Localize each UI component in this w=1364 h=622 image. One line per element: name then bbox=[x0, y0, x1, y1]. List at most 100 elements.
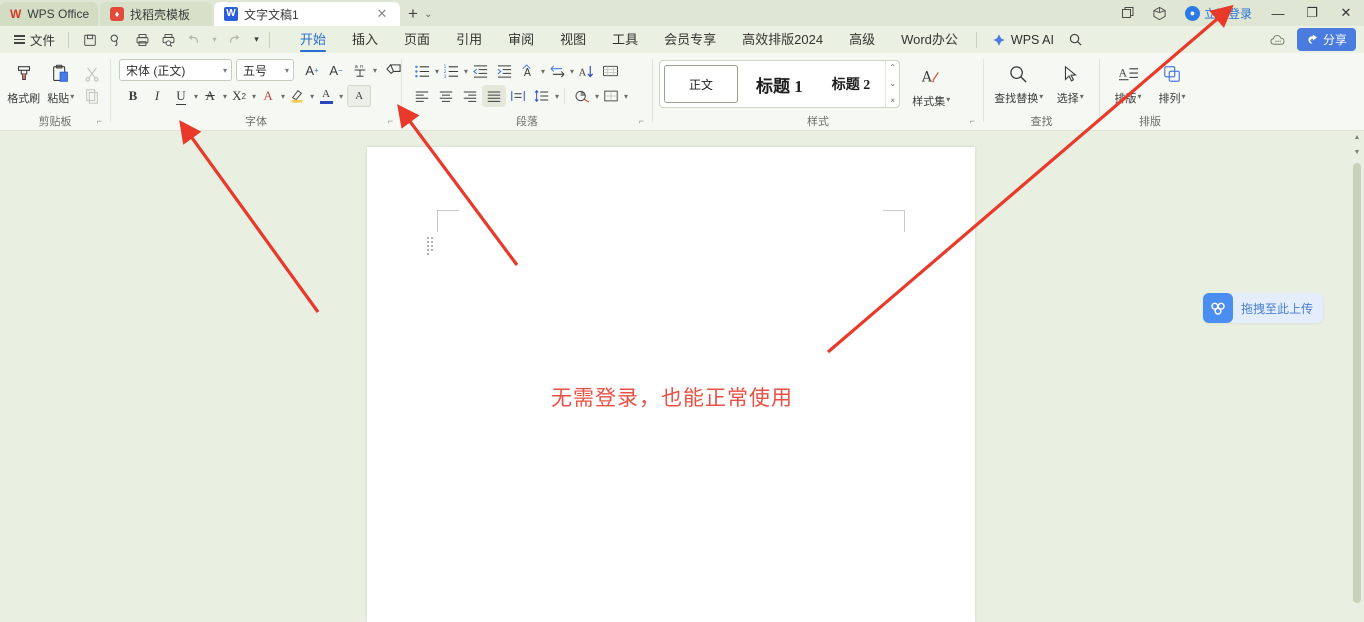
show-marks-icon[interactable] bbox=[545, 60, 569, 82]
highlight-color-icon[interactable] bbox=[285, 85, 309, 107]
increase-indent-icon[interactable] bbox=[492, 60, 516, 82]
justify-icon[interactable] bbox=[482, 85, 506, 107]
ribbon-tab-home[interactable]: 开始 bbox=[287, 26, 339, 53]
ribbon-tab-word-office[interactable]: Word办公 bbox=[888, 26, 971, 53]
find-replace-button[interactable]: 查找替换▾ bbox=[990, 57, 1047, 106]
styles-scroll-down-icon[interactable]: ⌄ bbox=[886, 80, 899, 88]
ribbon-tab-insert[interactable]: 插入 bbox=[339, 26, 391, 53]
chevron-down-icon[interactable]: ▾ bbox=[1137, 92, 1141, 101]
document-grid-icon[interactable] bbox=[598, 60, 622, 82]
scrollbar-thumb[interactable] bbox=[1353, 163, 1361, 603]
chevron-down-icon[interactable]: ▾ bbox=[1181, 92, 1185, 101]
bold-icon[interactable]: B bbox=[121, 85, 145, 107]
search-doc-icon[interactable] bbox=[104, 29, 128, 51]
ribbon-tab-references[interactable]: 引用 bbox=[443, 26, 495, 53]
cloud-sync-icon[interactable] bbox=[1267, 29, 1291, 51]
numbered-list-icon[interactable]: 123 bbox=[439, 60, 463, 82]
undo-icon[interactable] bbox=[182, 29, 206, 51]
dual-screen-icon[interactable] bbox=[1113, 0, 1143, 26]
align-left-icon[interactable] bbox=[410, 85, 434, 107]
ribbon-tab-tools[interactable]: 工具 bbox=[599, 26, 651, 53]
ribbon-tab-page[interactable]: 页面 bbox=[391, 26, 443, 53]
ribbon-tab-member[interactable]: 会员专享 bbox=[651, 26, 729, 53]
ribbon-tab-efficient-typeset[interactable]: 高效排版2024 bbox=[729, 26, 836, 53]
chevron-down-icon[interactable]: ⌄ bbox=[424, 9, 432, 20]
styles-expand-icon[interactable]: ⌅ bbox=[886, 96, 899, 104]
arrange-button[interactable]: 排列▾ bbox=[1150, 57, 1194, 106]
font-size-combobox[interactable]: 五号 ▾ bbox=[236, 59, 294, 81]
tab-wps-office[interactable]: W WPS Office bbox=[0, 2, 98, 26]
styles-dialog-launcher[interactable]: ⌐ bbox=[970, 113, 975, 129]
superscript-icon[interactable]: X2 bbox=[227, 85, 251, 107]
chevron-down-icon[interactable]: ▾ bbox=[1039, 92, 1043, 101]
font-name-combobox[interactable]: 宋体 (正文) ▾ bbox=[119, 59, 232, 81]
borders-icon[interactable] bbox=[599, 85, 623, 107]
decrease-indent-icon[interactable] bbox=[468, 60, 492, 82]
distribute-icon[interactable] bbox=[506, 85, 530, 107]
chevron-down-icon[interactable]: ▾ bbox=[624, 92, 628, 101]
chevron-down-icon[interactable]: ▾ bbox=[70, 92, 74, 101]
chevron-down-icon[interactable]: ▾ bbox=[1080, 92, 1084, 101]
chevron-down-icon[interactable]: ▾ bbox=[279, 66, 289, 75]
style-set-button[interactable]: A 样式集▾ bbox=[908, 60, 954, 109]
save-icon[interactable] bbox=[78, 29, 102, 51]
qat-more-icon[interactable]: ▾ bbox=[248, 29, 264, 51]
chevron-down-icon[interactable]: ▾ bbox=[339, 92, 343, 101]
shading-icon[interactable] bbox=[570, 85, 594, 107]
chevron-down-icon[interactable]: ▾ bbox=[373, 66, 377, 75]
paste-button[interactable]: 粘贴▾ bbox=[41, 57, 80, 106]
font-dialog-launcher[interactable]: ⌐ bbox=[388, 113, 393, 129]
sort-text-icon[interactable]: A bbox=[516, 60, 540, 82]
search-icon[interactable] bbox=[1064, 29, 1088, 51]
style-item-heading2[interactable]: 标题 2 bbox=[818, 61, 886, 107]
format-painter-button[interactable]: 格式刷 bbox=[6, 57, 41, 106]
vertical-scrollbar[interactable]: ▲ ▼ bbox=[1350, 131, 1364, 622]
character-shading-icon[interactable]: A bbox=[347, 85, 371, 107]
tab-close-icon[interactable]: ✕ bbox=[374, 6, 390, 22]
undo-dropdown-icon[interactable]: ▾ bbox=[208, 29, 220, 51]
cut-icon[interactable] bbox=[80, 63, 104, 85]
new-tab-button[interactable]: + ⌄ bbox=[408, 2, 432, 26]
file-menu-button[interactable]: 文件 bbox=[6, 30, 63, 49]
scroll-down-icon[interactable]: ▼ bbox=[1350, 146, 1364, 159]
ribbon-tab-review[interactable]: 审阅 bbox=[495, 26, 547, 53]
shrink-font-icon[interactable]: A− bbox=[324, 59, 348, 81]
italic-icon[interactable]: I bbox=[145, 85, 169, 107]
paragraph-dialog-launcher[interactable]: ⌐ bbox=[639, 113, 644, 129]
copy-icon[interactable] bbox=[80, 85, 104, 107]
scroll-up-icon[interactable]: ▲ bbox=[1350, 131, 1364, 144]
line-spacing-icon[interactable] bbox=[530, 85, 554, 107]
ribbon-tab-view[interactable]: 视图 bbox=[547, 26, 599, 53]
strikethrough-icon[interactable]: A bbox=[198, 85, 222, 107]
style-item-normal[interactable]: 正文 bbox=[664, 65, 738, 103]
box-icon[interactable] bbox=[1145, 0, 1175, 26]
pinyin-guide-icon[interactable]: an bbox=[348, 59, 372, 81]
underline-icon[interactable]: U bbox=[169, 85, 193, 107]
align-right-icon[interactable] bbox=[458, 85, 482, 107]
minimize-button[interactable]: — bbox=[1262, 0, 1294, 26]
style-item-heading1[interactable]: 标题 1 bbox=[742, 61, 818, 107]
wps-ai-button[interactable]: WPS AI bbox=[982, 33, 1064, 47]
ribbon-tab-advanced[interactable]: 高级 bbox=[836, 26, 888, 53]
select-button[interactable]: 选择▾ bbox=[1047, 57, 1093, 106]
tab-docer-template[interactable]: ♦ 找稻壳模板 bbox=[100, 2, 212, 26]
redo-icon[interactable] bbox=[222, 29, 246, 51]
document-body-text[interactable]: 无需登录，也能正常使用 bbox=[437, 382, 907, 412]
bullet-list-icon[interactable] bbox=[410, 60, 434, 82]
print-icon[interactable] bbox=[130, 29, 154, 51]
typeset-button[interactable]: A 排版▾ bbox=[1106, 57, 1150, 106]
styles-scroll-up-icon[interactable]: ⌃ bbox=[886, 64, 899, 72]
font-color-icon[interactable]: A bbox=[314, 85, 338, 107]
align-center-icon[interactable] bbox=[434, 85, 458, 107]
text-effects-icon[interactable]: A bbox=[256, 85, 280, 107]
share-button[interactable]: 分享 bbox=[1297, 28, 1356, 51]
chevron-down-icon[interactable]: ▾ bbox=[946, 95, 950, 104]
login-button[interactable]: ● 立即登录 bbox=[1177, 0, 1260, 26]
drag-upload-widget[interactable]: 拖拽至此上传 bbox=[1203, 293, 1323, 323]
grow-font-icon[interactable]: A+ bbox=[300, 59, 324, 81]
document-page[interactable]: 无需登录，也能正常使用 bbox=[367, 147, 975, 622]
print-preview-icon[interactable] bbox=[156, 29, 180, 51]
chevron-down-icon[interactable]: ▾ bbox=[217, 66, 227, 75]
clipboard-dialog-launcher[interactable]: ⌐ bbox=[97, 113, 102, 129]
sort-ascending-icon[interactable]: A bbox=[574, 60, 598, 82]
